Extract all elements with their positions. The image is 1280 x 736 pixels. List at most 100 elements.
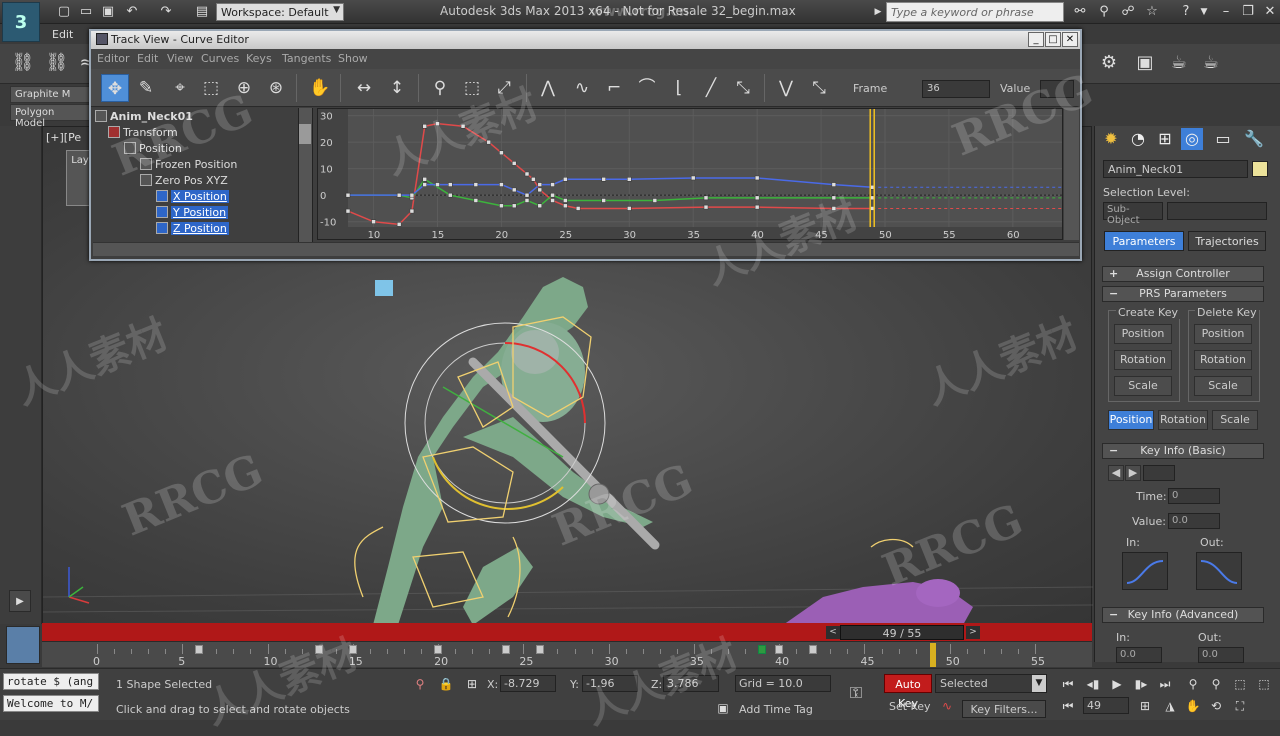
tv-menu-view[interactable]: View — [167, 52, 193, 65]
rendered-frame-icon[interactable]: ▣ — [1132, 50, 1158, 76]
y-coord-field[interactable]: -1.96 — [582, 675, 638, 692]
tree-node-selected[interactable]: Y Position — [156, 206, 229, 219]
key-point[interactable] — [550, 192, 555, 198]
key-point[interactable] — [563, 177, 568, 182]
key-point[interactable] — [831, 182, 837, 187]
key-point[interactable] — [754, 195, 760, 201]
tree-scroll-thumb[interactable] — [299, 124, 311, 144]
second-character[interactable] — [783, 579, 973, 625]
help-dropdown-icon[interactable]: ▼ — [1196, 4, 1212, 20]
tangent-slow-icon[interactable]: ⌒ — [633, 74, 661, 102]
key-point[interactable] — [435, 121, 440, 126]
maxscript-output[interactable]: Welcome to M/ — [3, 695, 99, 712]
next-frame-arrow-icon[interactable]: > — [966, 626, 980, 639]
key-point[interactable] — [601, 198, 606, 203]
scale-mode-button[interactable]: Scale — [1212, 410, 1258, 430]
keyframe-marker[interactable] — [348, 645, 357, 654]
key-point[interactable] — [499, 150, 504, 156]
object-name-field[interactable]: Anim_Neck01 — [1103, 160, 1248, 178]
adv-out-spinner[interactable]: 0.0 — [1198, 647, 1244, 663]
isolate-selection-icon[interactable]: ⚲ — [410, 675, 430, 693]
tangent-auto-icon[interactable]: ⋀ — [534, 74, 562, 102]
sub-object-button[interactable]: Sub-Object — [1103, 202, 1163, 226]
render-setup-icon[interactable]: ⚙ — [1096, 50, 1122, 76]
modify-tab-icon[interactable]: ◔ — [1127, 128, 1149, 150]
field-of-view-icon[interactable]: ◮ — [1160, 697, 1180, 715]
communication-center-icon[interactable]: ☍ — [1120, 4, 1136, 20]
workspace-dropdown[interactable]: Workspace: Default ▼ — [216, 3, 344, 21]
key-filter-selection-dropdown[interactable]: Selected ▼ — [935, 674, 1047, 693]
tangent-smooth-icon[interactable]: ⤡ — [729, 74, 757, 102]
key-point[interactable] — [448, 192, 453, 198]
frame-horizontal-icon[interactable]: ↔ — [350, 74, 378, 102]
tab-parameters[interactable]: Parameters — [1104, 231, 1184, 251]
tangent-linear-icon[interactable]: ╱ — [697, 74, 725, 102]
prev-frame-arrow-icon[interactable]: < — [826, 626, 840, 639]
key-point[interactable] — [422, 177, 427, 182]
tv-menu-tangents[interactable]: Tangents — [282, 52, 331, 65]
key-point[interactable] — [460, 124, 466, 129]
motion-tab-icon[interactable]: ◎ — [1181, 128, 1203, 150]
z-coord-field[interactable]: 3.786 — [663, 675, 719, 692]
current-frame-marker[interactable] — [929, 643, 936, 667]
selection-lock-icon[interactable]: 🔒 — [436, 675, 456, 693]
sub-object-dropdown[interactable] — [1167, 202, 1267, 220]
insert-keys-icon[interactable]: ⌖ — [166, 74, 194, 102]
tv-menu-editor[interactable]: Editor — [97, 52, 130, 65]
key-point[interactable] — [652, 198, 658, 203]
key-number-field[interactable] — [1143, 465, 1175, 481]
minimize-icon[interactable]: – — [1218, 4, 1234, 20]
key-point[interactable] — [690, 175, 696, 181]
curve-x[interactable] — [347, 122, 873, 226]
adv-in-spinner[interactable]: 0.0 — [1116, 647, 1162, 663]
in-tangent-type-icon[interactable] — [1122, 552, 1168, 590]
restore-icon[interactable]: ❐ — [1240, 4, 1256, 20]
keyframe-marker[interactable] — [775, 645, 784, 654]
zoom-extents-all-icon[interactable]: ⬚ — [1254, 675, 1274, 693]
pan-view-icon[interactable]: ✋ — [1183, 697, 1203, 715]
keyframe-marker[interactable] — [502, 645, 511, 654]
key-point[interactable] — [448, 182, 453, 187]
key-point[interactable] — [524, 192, 530, 198]
go-to-start-icon[interactable]: ⏮ — [1058, 675, 1078, 693]
maxscript-listener-input[interactable]: rotate $ (ang — [3, 673, 99, 690]
x-coord-field[interactable]: -8.729 — [500, 675, 556, 692]
tree-node[interactable]: Position — [124, 142, 182, 155]
key-search-icon[interactable]: ⚲ — [1096, 4, 1112, 20]
prs-parameters-rollout[interactable]: − PRS Parameters — [1102, 286, 1264, 302]
key-point[interactable] — [703, 204, 709, 210]
key-point[interactable] — [422, 182, 427, 187]
key-point[interactable] — [550, 198, 555, 203]
lock-tangents-icon[interactable]: ⤡ — [805, 74, 833, 102]
key-point[interactable] — [524, 198, 530, 203]
next-key-arrow-icon[interactable]: ▶ — [1125, 465, 1141, 481]
create-tab-icon[interactable]: ✹ — [1100, 128, 1122, 150]
key-point[interactable] — [499, 203, 504, 209]
key-point[interactable] — [627, 206, 632, 211]
tv-menu-curves[interactable]: Curves — [201, 52, 239, 65]
binoculars-icon[interactable]: ⚯ — [1072, 4, 1088, 20]
select-link-icon[interactable]: ⛓ — [10, 50, 36, 76]
rotation-mode-button[interactable]: Rotation — [1158, 410, 1208, 430]
viewport-label[interactable]: [+][Pe — [46, 131, 81, 144]
selected-keyframe-marker[interactable] — [758, 645, 767, 654]
tree-node[interactable]: Zero Pos XYZ — [140, 174, 228, 187]
add-time-tag[interactable]: Add Time Tag — [739, 703, 813, 716]
maximize-viewport-icon[interactable]: ⛶ — [1230, 697, 1250, 715]
tv-minimize-icon[interactable]: _ — [1028, 32, 1044, 47]
mini-curve-editor-button[interactable] — [6, 626, 40, 664]
key-point[interactable] — [563, 203, 568, 209]
key-info-advanced-rollout[interactable]: − Key Info (Advanced) — [1102, 607, 1264, 623]
keyframe-marker[interactable] — [536, 645, 545, 654]
keyframe-marker[interactable] — [809, 645, 818, 654]
key-point[interactable] — [754, 204, 760, 210]
search-input[interactable]: Type a keyword or phrase — [886, 2, 1064, 22]
app-logo[interactable]: 3 — [2, 2, 40, 42]
key-point[interactable] — [511, 161, 517, 166]
save-icon[interactable]: ▣ — [100, 4, 116, 20]
delete-position-key-button[interactable]: Position — [1194, 324, 1252, 344]
set-key-icon[interactable]: ⚿ — [846, 684, 866, 702]
frame-field[interactable]: 36 — [922, 80, 990, 98]
hierarchy-tab-icon[interactable]: ⊞ — [1154, 128, 1176, 150]
key-point[interactable] — [409, 192, 415, 198]
